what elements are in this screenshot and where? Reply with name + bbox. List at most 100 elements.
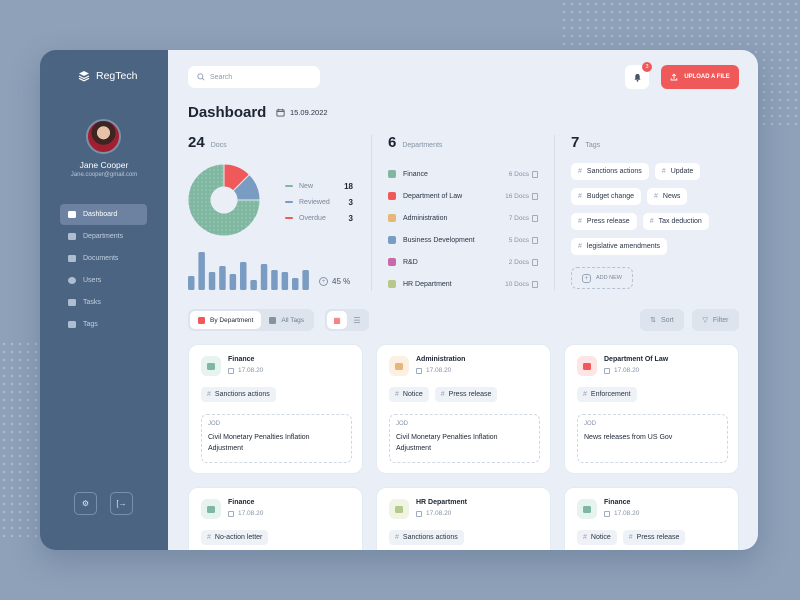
- bookmark-icon: [68, 321, 76, 328]
- card-tag[interactable]: # Sanctions actions: [201, 387, 276, 402]
- calendar-icon: [416, 510, 422, 517]
- card-tag[interactable]: # Notice: [577, 530, 617, 545]
- card-tag-label: Notice: [590, 534, 611, 541]
- department-row[interactable]: Finance 6 Docs: [388, 163, 538, 185]
- department-name: Department of Law: [403, 192, 463, 200]
- tag-chip[interactable]: # Update: [654, 163, 701, 180]
- card-tag[interactable]: # Press release: [434, 387, 498, 402]
- document-card[interactable]: Finance 17.08.20 # Sanctions actions JOD Civi…: [188, 344, 363, 474]
- department-docs: 5 Docs: [509, 236, 538, 244]
- filter-button[interactable]: ▽ Filter: [692, 309, 739, 331]
- document-icon: [68, 255, 76, 262]
- sidebar-item-users[interactable]: Users: [60, 270, 147, 291]
- departments-count: 6: [388, 134, 397, 151]
- department-row[interactable]: Department of Law 16 Docs: [388, 185, 538, 207]
- legend-label: Reviewed: [299, 198, 330, 206]
- card-tag[interactable]: # Enforcement: [577, 387, 637, 402]
- upload-icon: [670, 73, 678, 81]
- sort-button[interactable]: ⇅ Sort: [640, 309, 684, 331]
- card-department: Department Of Law: [604, 356, 669, 363]
- date-picker[interactable]: 15.09.2022: [276, 108, 328, 117]
- notifications-button[interactable]: 3: [625, 62, 652, 89]
- bar: [271, 270, 278, 290]
- department-docs-count: 16 Docs: [505, 192, 529, 200]
- document-card[interactable]: Administration 17.08.20 # Notice # Press rele…: [376, 344, 551, 474]
- card-summary-text: Civil Monetary Penalties Inflation Adjus…: [396, 434, 498, 452]
- list-view-button[interactable]: ☰: [347, 311, 367, 329]
- tag-label: Sanctions actions: [586, 168, 642, 175]
- sidebar-item-tasks[interactable]: Tasks: [60, 292, 147, 313]
- notification-badge: 3: [642, 62, 652, 72]
- sidebar-item-tags[interactable]: Tags: [60, 314, 147, 335]
- document-card[interactable]: Finance 17.08.20 # Notice # Press release: [564, 487, 739, 550]
- folder-glyph: [207, 505, 215, 513]
- calendar-icon: [416, 367, 422, 374]
- user-icon: [68, 277, 76, 284]
- sidebar-item-documents[interactable]: Documents: [60, 248, 147, 269]
- card-tag[interactable]: # Sanctions actions: [389, 530, 464, 545]
- hash-icon: #: [395, 534, 399, 541]
- card-tags: # Sanctions actions: [201, 387, 276, 402]
- plus-icon: +: [582, 273, 591, 283]
- bar: [240, 262, 247, 290]
- sidebar-item-label: Documents: [83, 255, 119, 262]
- tab-by-department[interactable]: By Department: [190, 311, 262, 329]
- sidebar-item-label: Tasks: [83, 299, 101, 306]
- logout-button[interactable]: [→: [110, 492, 133, 515]
- list-icon: ☰: [353, 315, 361, 325]
- department-color-swatch: [388, 214, 396, 222]
- department-docs-count: 2 Docs: [508, 258, 529, 266]
- folder-icon: [577, 356, 597, 376]
- avatar[interactable]: [86, 119, 121, 154]
- docs-bar-chart: [188, 252, 309, 290]
- divider: [371, 135, 372, 291]
- department-color-swatch: [388, 236, 396, 244]
- search-input[interactable]: Search: [188, 66, 320, 88]
- document-card[interactable]: HR Department 17.08.20 # Sanctions actions: [376, 487, 551, 550]
- legend-swatch: [285, 185, 293, 187]
- card-date: 17.08.20: [604, 367, 639, 374]
- department-row[interactable]: HR Department 10 Docs: [388, 273, 538, 295]
- grid-icon: ▦: [333, 315, 341, 325]
- department-name: Finance: [403, 170, 428, 178]
- card-tag[interactable]: # Notice: [389, 387, 429, 402]
- department-row[interactable]: Business Development 5 Docs: [388, 229, 538, 251]
- settings-button[interactable]: ⚙: [74, 492, 97, 515]
- bar: [219, 266, 226, 290]
- document-card[interactable]: Department Of Law 17.08.20 # Enforcement JOD…: [564, 344, 739, 474]
- sidebar-item-departments[interactable]: Departments: [60, 226, 147, 247]
- department-docs-count: 10 Docs: [505, 280, 529, 288]
- tag-chip[interactable]: # legislative amendments: [571, 238, 668, 255]
- tag-chip[interactable]: # Tax deduction: [642, 213, 709, 230]
- tag-label: Tax deduction: [658, 218, 702, 225]
- department-row[interactable]: Administration 7 Docs: [388, 207, 538, 229]
- tag-chip[interactable]: # Sanctions actions: [571, 163, 649, 180]
- bar: [250, 280, 257, 290]
- card-department: Administration: [416, 356, 466, 363]
- card-summary-text: News releases from US Gov: [584, 434, 673, 441]
- docs-count: 24: [188, 134, 205, 151]
- sidebar-item-dashboard[interactable]: Dashboard: [60, 204, 147, 225]
- card-tag[interactable]: # No-action letter: [201, 530, 269, 545]
- add-tag-button[interactable]: + ADD NEW: [571, 267, 633, 289]
- department-row[interactable]: R&D 2 Docs: [388, 251, 538, 273]
- percent-value: 45 %: [332, 277, 351, 286]
- tab-label: By Department: [210, 316, 254, 324]
- department-list: Finance 6 Docs Department of Law 16 Docs Adm…: [388, 163, 538, 295]
- card-tag[interactable]: # Press release: [622, 530, 686, 545]
- card-date-value: 17.08.20: [238, 367, 264, 374]
- document-card[interactable]: Finance 17.08.20 # No-action letter: [188, 487, 363, 550]
- bell-icon: [633, 73, 641, 82]
- grid-view-button[interactable]: ▦: [327, 311, 347, 329]
- tag-chip[interactable]: # Budget change: [571, 188, 642, 205]
- upload-file-button[interactable]: UPLOAD A FILE: [661, 65, 739, 89]
- app-logo[interactable]: RegTech: [78, 70, 137, 82]
- tab-all-tags[interactable]: All Tags: [261, 311, 312, 329]
- card-tags: # Notice # Press release: [389, 387, 498, 402]
- tag-chip[interactable]: # Press release: [571, 213, 637, 230]
- department-color-swatch: [388, 170, 396, 178]
- bar: [188, 276, 195, 290]
- app-window: RegTech Jane Cooper Jane.cooper@gmail.co…: [40, 50, 758, 550]
- tag-chip[interactable]: # News: [647, 188, 688, 205]
- card-summary: JOD News releases from US Gov: [577, 414, 728, 463]
